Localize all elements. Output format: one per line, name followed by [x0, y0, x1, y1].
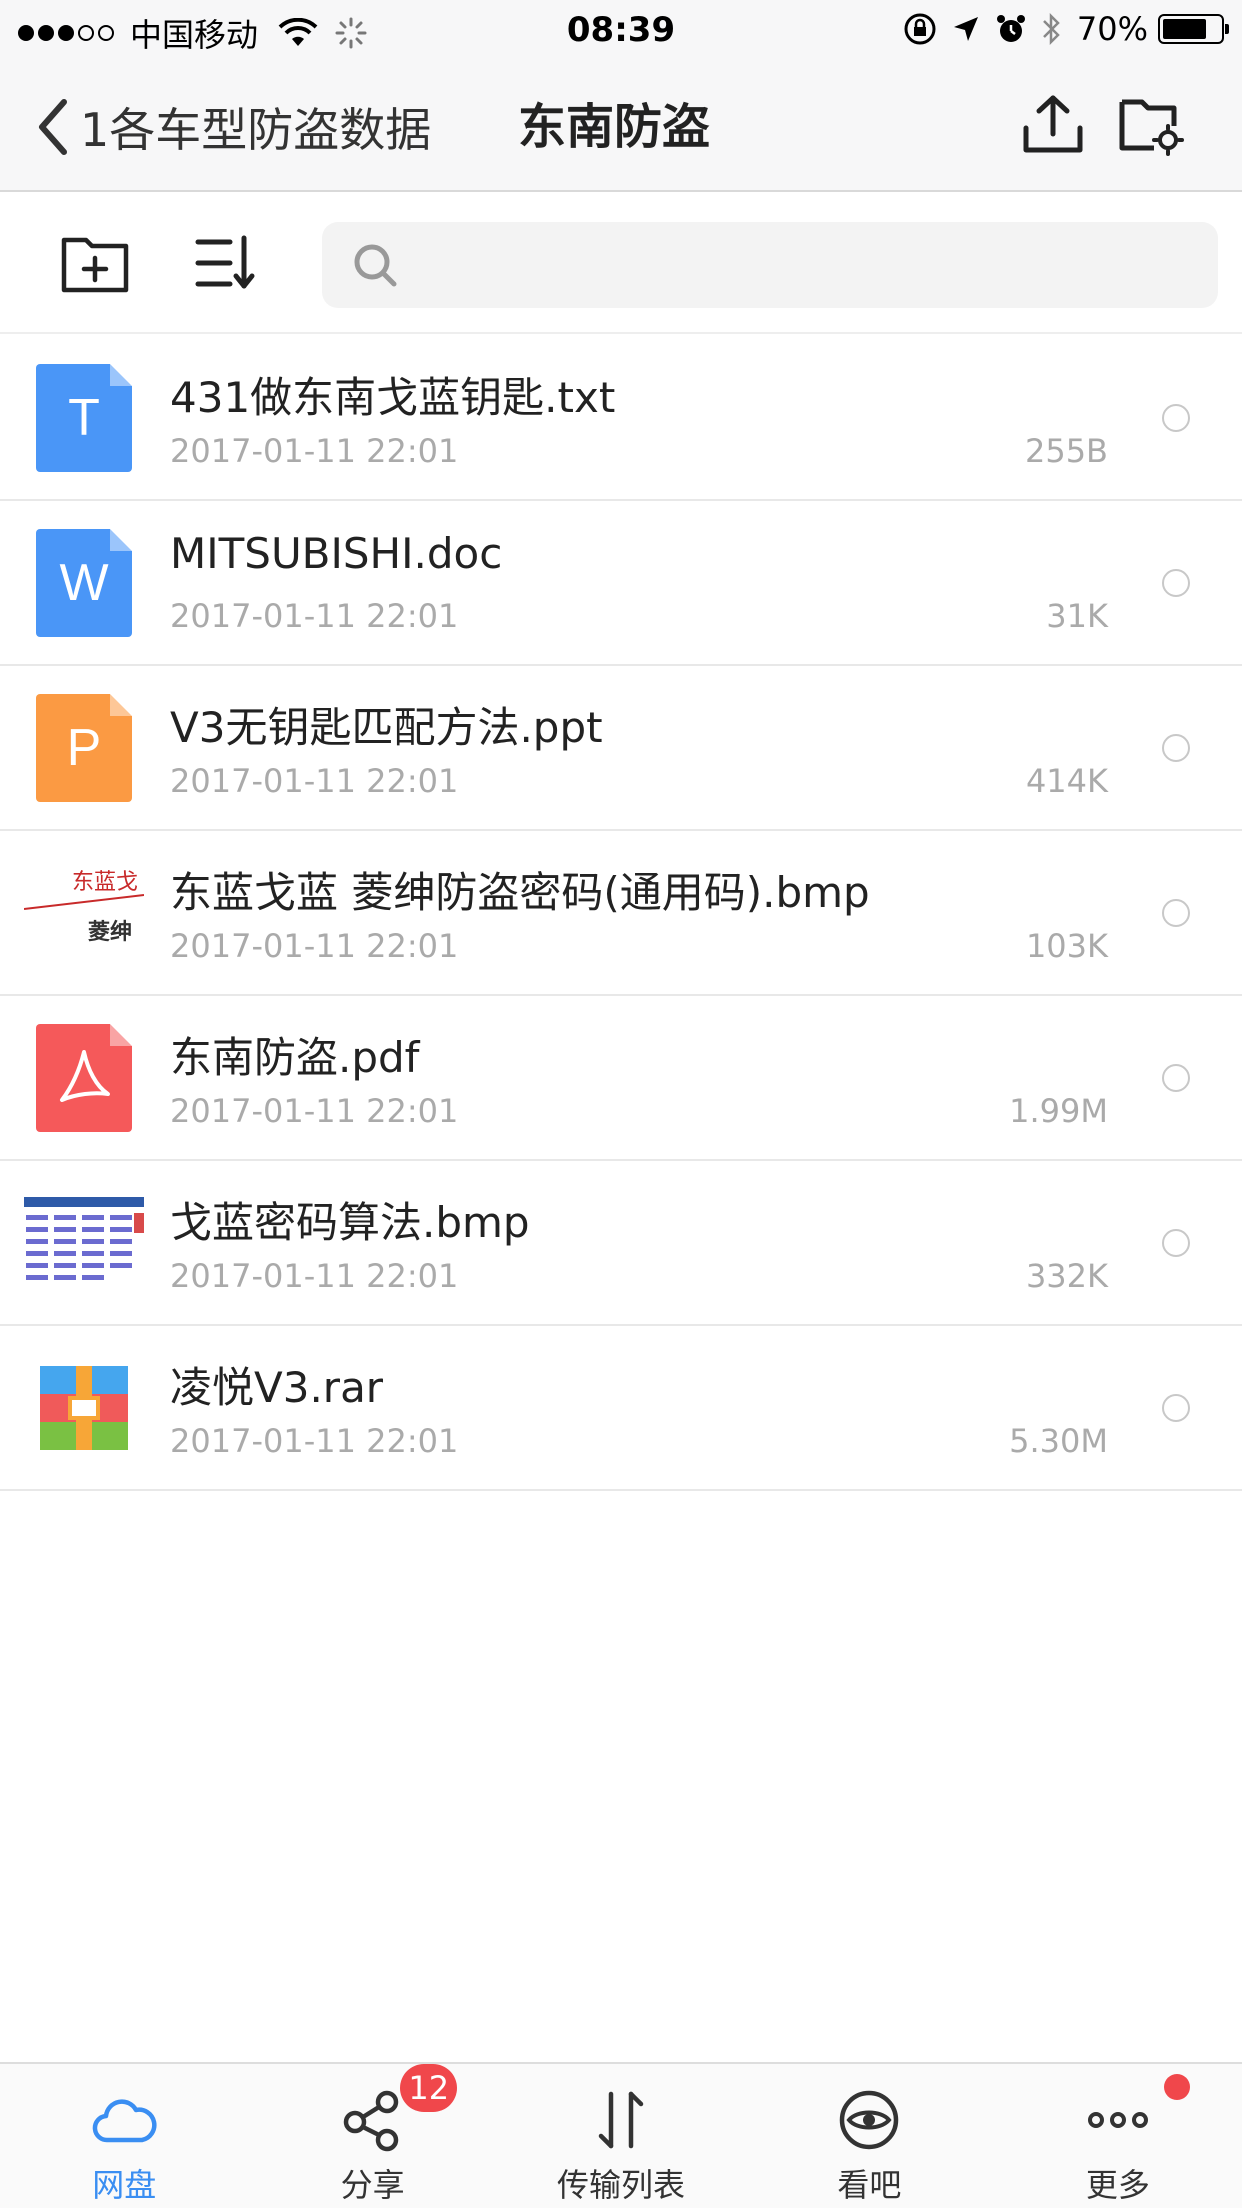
- file-date: 2017-01-11 22:01: [170, 927, 459, 965]
- select-checkbox[interactable]: [1162, 404, 1190, 432]
- file-size: 414K: [1025, 762, 1108, 800]
- tab-label: 看吧: [837, 2166, 902, 2204]
- image-thumbnail: [24, 1189, 144, 1297]
- tab-share[interactable]: 12 分享: [248, 2064, 496, 2208]
- file-size: 5.30M: [1009, 1422, 1108, 1460]
- txt-file-icon: T: [24, 364, 144, 472]
- file-list: T 431做东南戈蓝钥匙.txt 2017-01-11 22:01 255B W…: [0, 336, 1242, 1491]
- select-checkbox[interactable]: [1162, 1394, 1190, 1422]
- file-row[interactable]: P V3无钥匙匹配方法.ppt 2017-01-11 22:01 414K: [0, 666, 1242, 831]
- image-thumbnail: 东蓝戈 菱绅: [23, 859, 145, 967]
- file-row[interactable]: W MITSUBISHI.doc 2017-01-11 22:01 31K: [0, 501, 1242, 666]
- file-row[interactable]: 东南防盗.pdf 2017-01-11 22:01 1.99M: [0, 996, 1242, 1161]
- folder-settings-icon[interactable]: [1118, 92, 1184, 158]
- select-checkbox[interactable]: [1162, 899, 1190, 927]
- search-input[interactable]: [418, 222, 1198, 308]
- thumbnail-text: 菱绅: [88, 919, 132, 945]
- file-row[interactable]: 凌悦V3.rar 2017-01-11 22:01 5.30M: [0, 1326, 1242, 1491]
- tab-label: 网盘: [92, 2166, 157, 2204]
- file-size: 31K: [1046, 597, 1108, 635]
- upload-icon[interactable]: [1020, 92, 1086, 158]
- file-size: 332K: [1025, 1257, 1108, 1295]
- file-name: V3无钥匙匹配方法.ppt: [170, 703, 603, 752]
- rotation-lock-icon: [904, 13, 936, 45]
- file-date: 2017-01-11 22:01: [170, 432, 459, 470]
- select-checkbox[interactable]: [1162, 569, 1190, 597]
- file-name: 东南防盗.pdf: [170, 1033, 420, 1082]
- bluetooth-icon: [1042, 12, 1060, 46]
- chevron-left-icon: [39, 99, 67, 155]
- tab-cloud-drive[interactable]: 网盘: [0, 2064, 248, 2208]
- notification-dot: [1163, 2074, 1190, 2100]
- eye-icon: [840, 2090, 899, 2150]
- select-checkbox[interactable]: [1162, 1229, 1190, 1257]
- file-size: 1.99M: [1009, 1092, 1108, 1130]
- ppt-file-icon: P: [24, 694, 144, 802]
- cloud-icon: [92, 2099, 157, 2143]
- thumbnail-text: 东蓝戈: [72, 870, 138, 895]
- file-date: 2017-01-11 22:01: [170, 1257, 459, 1295]
- file-date: 2017-01-11 22:01: [170, 597, 459, 635]
- page-title: 东南防盗: [518, 99, 711, 155]
- tab-label: 更多: [1085, 2166, 1150, 2204]
- file-row[interactable]: 戈蓝密码算法.bmp 2017-01-11 22:01 332K: [0, 1161, 1242, 1326]
- more-icon: [1087, 2112, 1148, 2128]
- select-checkbox[interactable]: [1162, 734, 1190, 762]
- new-folder-icon[interactable]: [60, 228, 130, 298]
- toolbar: [0, 194, 1242, 334]
- share-icon: [343, 2090, 398, 2152]
- file-size: 255B: [1024, 432, 1108, 470]
- file-name: 戈蓝密码算法.bmp: [170, 1198, 530, 1247]
- tab-watch[interactable]: 看吧: [745, 2064, 993, 2208]
- file-name: 东蓝戈蓝 菱绅防盗密码(通用码).bmp: [170, 868, 870, 917]
- tab-more[interactable]: 更多: [994, 2064, 1242, 2208]
- file-name: 凌悦V3.rar: [170, 1363, 384, 1412]
- file-name: MITSUBISHI.doc: [170, 529, 503, 578]
- navigation-bar: 1各车型防盗数据 东南防盗: [0, 62, 1242, 192]
- status-right: 70%: [889, 10, 1229, 48]
- status-bar: 中国移动 08:39 70%: [0, 0, 1242, 62]
- search-icon: [354, 244, 397, 287]
- file-row[interactable]: T 431做东南戈蓝钥匙.txt 2017-01-11 22:01 255B: [0, 336, 1242, 501]
- pdf-file-icon: [24, 1024, 144, 1132]
- tab-transfer-list[interactable]: 传输列表: [497, 2064, 745, 2208]
- battery-icon: [1158, 14, 1229, 44]
- back-label: 1各车型防盗数据: [80, 103, 432, 157]
- alarm-icon: [996, 15, 1025, 42]
- doc-file-icon: W: [24, 529, 144, 637]
- battery-percent: 70%: [1076, 10, 1148, 48]
- tab-label: 分享: [340, 2166, 405, 2204]
- tab-bar: 网盘 12 分享 传输列表 看吧 更多: [0, 2062, 1242, 2208]
- sort-icon[interactable]: [192, 228, 262, 298]
- location-icon: [953, 17, 978, 41]
- file-name: 431做东南戈蓝钥匙.txt: [170, 373, 616, 422]
- file-row[interactable]: 东蓝戈 菱绅 东蓝戈蓝 菱绅防盗密码(通用码).bmp 2017-01-11 2…: [0, 831, 1242, 996]
- select-checkbox[interactable]: [1162, 1064, 1190, 1092]
- back-button[interactable]: 1各车型防盗数据: [30, 92, 431, 162]
- transfer-icon: [598, 2091, 644, 2149]
- file-date: 2017-01-11 22:01: [170, 1422, 459, 1460]
- file-date: 2017-01-11 22:01: [170, 1092, 459, 1130]
- notification-badge: 12: [400, 2064, 458, 2112]
- search-box[interactable]: [322, 222, 1218, 308]
- file-date: 2017-01-11 22:01: [170, 762, 459, 800]
- file-size: 103K: [1025, 927, 1108, 965]
- tab-label: 传输列表: [557, 2166, 686, 2204]
- rar-file-icon: [24, 1354, 144, 1462]
